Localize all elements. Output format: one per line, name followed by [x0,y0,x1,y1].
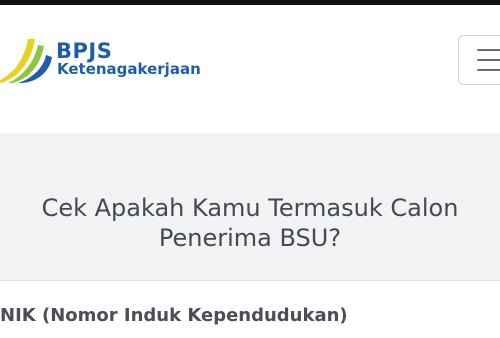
nik-field-label: NIK (Nomor Induk Kependudukan) [0,305,348,326]
page-title: Cek Apakah Kamu Termasuk Calon Penerima … [0,193,500,253]
bpjs-logo-icon[interactable] [0,35,54,83]
page-title-line-1: Cek Apakah Kamu Termasuk Calon [41,194,459,222]
brand-subtitle: Ketenagakerjaan [57,60,201,78]
section-divider [0,280,500,281]
site-header: BPJS Ketenagakerjaan [0,5,500,133]
page-title-line-2: Penerima BSU? [158,224,342,252]
brand-name: BPJS [56,39,113,63]
menu-toggle-button[interactable] [458,35,500,85]
